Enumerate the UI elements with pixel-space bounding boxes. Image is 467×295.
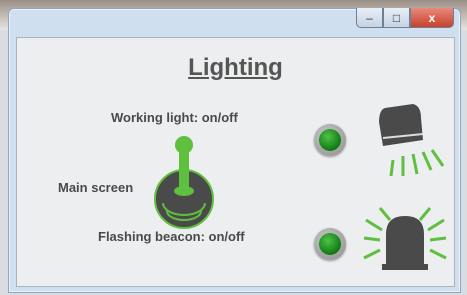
- working-light-label: Working light: on/off: [111, 110, 238, 125]
- maximize-button[interactable]: □: [383, 8, 410, 28]
- window-controls: – □ x: [356, 8, 454, 28]
- close-button[interactable]: x: [410, 8, 454, 28]
- window-client-area: Lighting Working light: on/off Main scre…: [16, 37, 455, 287]
- work-lamp-icon: [379, 104, 445, 177]
- main-screen-label: Main screen: [58, 180, 134, 195]
- working-light-indicator[interactable]: [314, 124, 346, 156]
- lighting-window: – □ x Lighting Working light: on/off Mai…: [8, 8, 461, 293]
- joystick-icon[interactable]: [151, 133, 217, 229]
- page-title: Lighting: [188, 54, 283, 81]
- beacon-icon: [363, 207, 447, 270]
- minimize-button[interactable]: –: [356, 8, 383, 28]
- flashing-beacon-label: Flashing beacon: on/off: [98, 229, 245, 244]
- flashing-beacon-indicator[interactable]: [314, 228, 346, 260]
